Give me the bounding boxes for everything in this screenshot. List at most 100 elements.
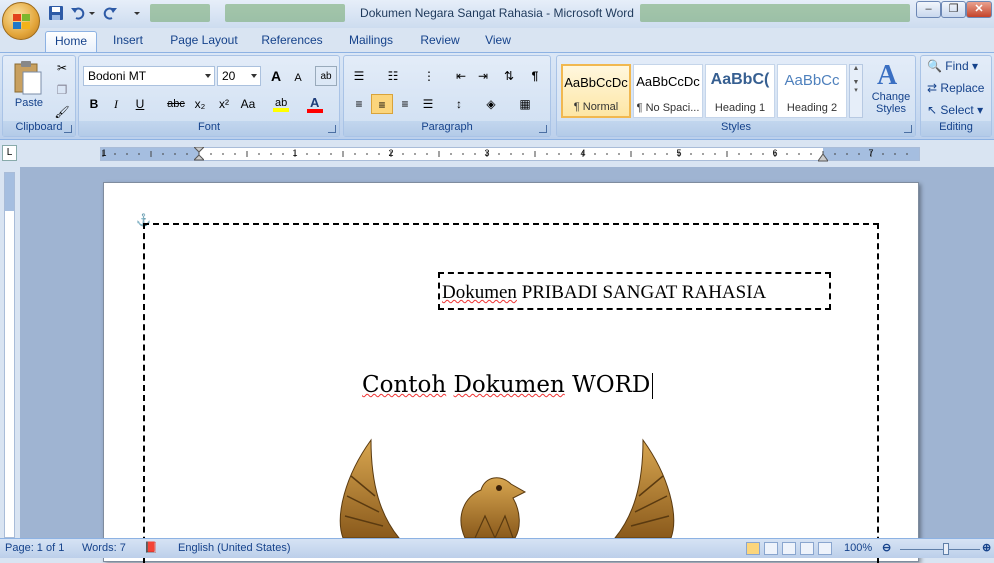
font-family-select[interactable]: Bodoni MT: [83, 66, 215, 86]
paste-icon: [14, 61, 42, 95]
change-case-button[interactable]: Aa: [237, 94, 259, 114]
draft-icon[interactable]: [818, 542, 832, 555]
redo-icon[interactable]: [102, 5, 118, 21]
tab-references[interactable]: References: [256, 31, 328, 52]
styles-group: AaBbCcDc ¶ Normal AaBbCcDc ¶ No Spaci...…: [556, 55, 916, 137]
subscript-button[interactable]: x₂: [189, 94, 211, 114]
ruler-number: 1: [101, 148, 107, 158]
borders-icon[interactable]: ▦: [514, 94, 536, 114]
textbox-misspelled-word: Dokumen: [442, 282, 517, 303]
replace-label: Replace: [940, 81, 985, 95]
align-center-icon[interactable]: ≡: [371, 94, 393, 114]
tab-selector[interactable]: L: [2, 145, 17, 161]
numbering-icon[interactable]: ☷: [382, 66, 404, 86]
clipboard-launcher-icon[interactable]: [64, 125, 72, 133]
undo-icon[interactable]: [70, 5, 86, 21]
show-marks-button[interactable]: ¶: [524, 66, 546, 86]
clear-formatting-icon[interactable]: ab: [315, 66, 337, 86]
replace-button[interactable]: ⇄ Replace: [927, 81, 989, 99]
tab-review[interactable]: Review: [414, 31, 466, 52]
proofing-icon[interactable]: 📕: [144, 539, 158, 558]
editing-group: 🔍 Find ▾ ⇄ Replace ↖ Select ▾ Editing: [920, 55, 992, 137]
ruler-number: 6: [772, 148, 778, 158]
sort-icon[interactable]: ⇅: [498, 66, 520, 86]
bold-button[interactable]: B: [83, 94, 105, 114]
indent-marker-icon[interactable]: [194, 147, 204, 161]
line-spacing-icon[interactable]: ↕: [448, 94, 470, 114]
style-heading-1[interactable]: AaBbC( Heading 1: [705, 64, 775, 118]
style-no-spacing[interactable]: AaBbCcDc ¶ No Spaci...: [633, 64, 703, 118]
zoom-out-icon[interactable]: ⊖: [882, 539, 891, 558]
change-styles-label: Change Styles: [871, 91, 911, 115]
text-box[interactable]: Dokumen PRIBADI SANGAT RAHASIA: [438, 272, 831, 310]
justify-icon[interactable]: ☰: [417, 94, 439, 114]
change-styles-icon: A: [877, 60, 898, 91]
styles-launcher-icon[interactable]: [904, 125, 912, 133]
page-count[interactable]: Page: 1 of 1: [5, 539, 64, 558]
grow-font-button[interactable]: A: [265, 66, 287, 86]
maximize-button[interactable]: ❐: [941, 1, 966, 18]
style-normal[interactable]: AaBbCcDc ¶ Normal: [561, 64, 631, 118]
shrink-font-button[interactable]: A: [287, 68, 309, 88]
zoom-level[interactable]: 100%: [844, 539, 872, 558]
tab-view[interactable]: View: [478, 31, 518, 52]
styles-label: Styles: [557, 121, 915, 136]
word-count[interactable]: Words: 7: [82, 539, 126, 558]
zoom-slider[interactable]: [900, 549, 980, 550]
shading-icon[interactable]: ◈: [480, 94, 502, 114]
copy-icon[interactable]: ❐: [51, 80, 73, 100]
customize-qat-icon[interactable]: [132, 5, 142, 21]
office-logo-icon: [13, 14, 30, 29]
language-indicator[interactable]: English (United States): [178, 539, 291, 558]
paragraph-label: Paragraph: [344, 121, 550, 136]
undo-dropdown-icon[interactable]: [88, 5, 96, 21]
superscript-button[interactable]: x²: [213, 94, 235, 114]
format-painter-icon[interactable]: 🖌: [51, 102, 73, 122]
bullets-icon[interactable]: ☰: [348, 66, 370, 86]
svg-text:A: A: [310, 95, 320, 110]
tab-page-layout[interactable]: Page Layout: [164, 31, 244, 52]
strikethrough-button[interactable]: abc: [165, 94, 187, 114]
full-screen-reading-icon[interactable]: [764, 542, 778, 555]
font-launcher-icon[interactable]: [328, 125, 336, 133]
underline-button[interactable]: U: [129, 94, 151, 114]
tab-insert[interactable]: Insert: [104, 31, 152, 52]
highlight-icon[interactable]: ab: [271, 94, 293, 114]
font-size-select[interactable]: 20: [217, 66, 261, 86]
find-button[interactable]: 🔍 Find ▾: [927, 59, 989, 77]
tab-home[interactable]: Home: [45, 31, 97, 52]
increase-indent-icon[interactable]: ⇥: [472, 66, 494, 86]
cut-icon[interactable]: ✂: [51, 58, 73, 78]
zoom-in-icon[interactable]: ⊕: [982, 539, 991, 558]
select-button[interactable]: ↖ Select ▾: [927, 103, 989, 121]
align-right-icon[interactable]: ≡: [394, 94, 416, 114]
close-button[interactable]: ✕: [966, 1, 992, 18]
paste-button[interactable]: Paste: [7, 58, 47, 116]
zoom-thumb[interactable]: [943, 543, 949, 555]
style-sample: AaBbCc: [784, 72, 840, 89]
multilevel-list-icon[interactable]: ⋮: [418, 66, 440, 86]
horizontal-ruler[interactable]: 1 1 2 3 4 5 6 7: [100, 147, 920, 162]
align-left-icon[interactable]: ≡: [348, 94, 370, 114]
decrease-indent-icon[interactable]: ⇤: [450, 66, 472, 86]
paragraph-group: ☰ ☷ ⋮ ⇤ ⇥ ⇅ ¶ ≡ ≡ ≡ ☰ ↕ ◈ ▦ Paragraph: [343, 55, 551, 137]
save-icon[interactable]: [48, 5, 64, 21]
tab-mailings[interactable]: Mailings: [340, 31, 402, 52]
font-color-icon[interactable]: A: [305, 94, 327, 114]
paste-label: Paste: [14, 97, 44, 109]
change-styles-button[interactable]: A Change Styles: [867, 58, 915, 120]
minimize-button[interactable]: –: [916, 1, 941, 18]
web-layout-icon[interactable]: [782, 542, 796, 555]
paragraph-launcher-icon[interactable]: [539, 125, 547, 133]
italic-button[interactable]: I: [105, 94, 127, 114]
right-indent-icon[interactable]: [818, 154, 828, 162]
style-sample: AaBbC(: [710, 71, 770, 88]
print-layout-icon[interactable]: [746, 542, 760, 555]
ruler-number: 3: [484, 148, 490, 158]
styles-scroll[interactable]: ▲ ▼ ▾: [849, 64, 863, 118]
office-button[interactable]: [2, 2, 40, 40]
document-heading[interactable]: Contoh Dokumen WORD: [362, 372, 654, 399]
style-heading-2[interactable]: AaBbCc Heading 2: [777, 64, 847, 118]
outline-icon[interactable]: [800, 542, 814, 555]
vertical-ruler[interactable]: [4, 172, 15, 538]
